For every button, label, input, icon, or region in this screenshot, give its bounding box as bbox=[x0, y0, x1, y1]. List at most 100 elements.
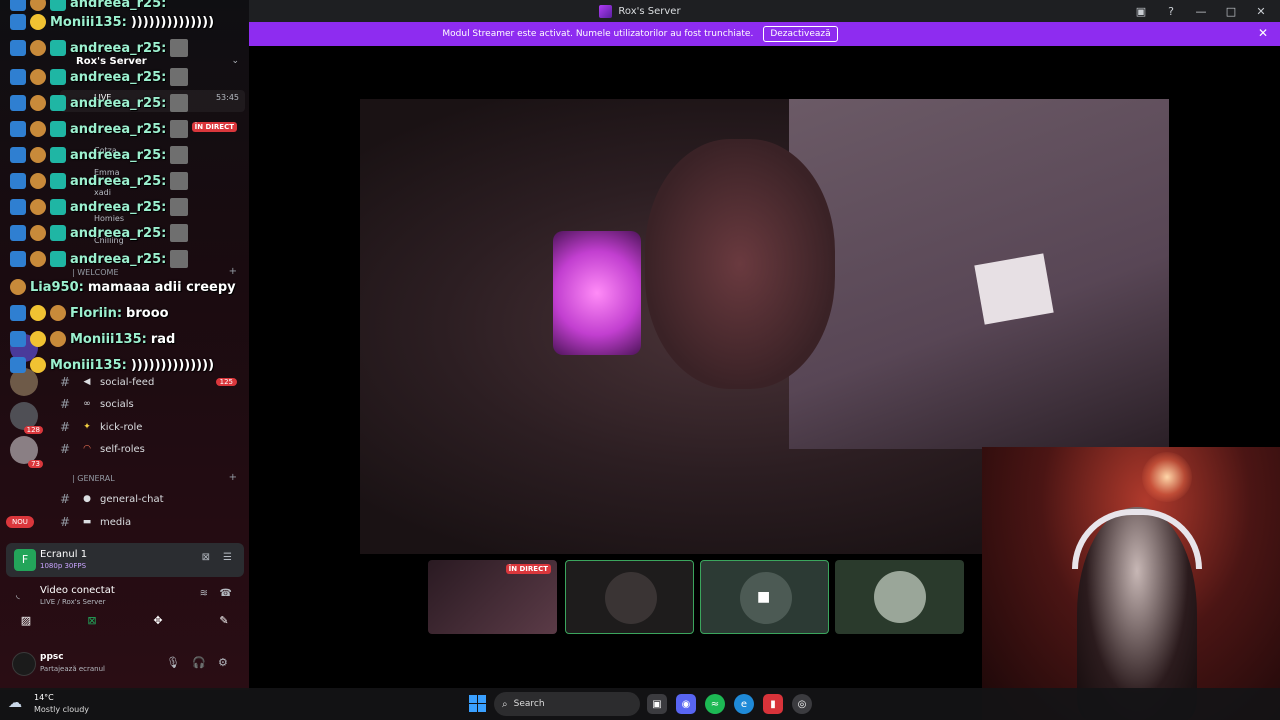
window-title-text: Rox's Server bbox=[618, 5, 681, 17]
windows-start-icon[interactable] bbox=[469, 695, 486, 712]
screen-share-quality: 1080p 30FPS bbox=[40, 562, 87, 570]
camera-off-icon[interactable]: ▨ bbox=[14, 614, 38, 627]
badge-icon bbox=[30, 40, 46, 56]
channel-general-chat[interactable]: # ● general-chat bbox=[60, 489, 245, 509]
badge-icon bbox=[10, 69, 26, 85]
maximize-icon[interactable]: □ bbox=[1218, 0, 1244, 22]
video-wall-poster bbox=[974, 253, 1054, 325]
edge-icon[interactable]: e bbox=[734, 694, 754, 714]
badge-icon bbox=[10, 331, 26, 347]
channel-kick-role[interactable]: # ✦ kick-role bbox=[60, 417, 245, 437]
emote-icon bbox=[170, 39, 189, 57]
cloud-icon: ☁ bbox=[8, 695, 22, 711]
noise-suppression-icon[interactable]: ≋ bbox=[200, 588, 208, 599]
badge-icon bbox=[50, 225, 66, 241]
close-icon[interactable]: ✕ bbox=[1248, 0, 1274, 22]
badge-icon bbox=[30, 173, 46, 189]
chat-message: andreea_r25: bbox=[10, 66, 189, 88]
participant-tile[interactable] bbox=[835, 560, 964, 634]
signal-icon[interactable]: ◟ bbox=[16, 590, 20, 601]
video-person bbox=[645, 139, 835, 389]
share-settings-icon[interactable]: ☰ bbox=[223, 552, 232, 563]
app-icon[interactable]: ▮ bbox=[763, 694, 783, 714]
badge-icon bbox=[30, 0, 46, 11]
stop-share-icon[interactable]: ⊠ bbox=[202, 552, 210, 563]
channel-self-roles[interactable]: # ◠ self-roles bbox=[60, 439, 245, 459]
badge-icon bbox=[10, 279, 26, 295]
emote-icon bbox=[170, 68, 189, 86]
badge-icon bbox=[10, 305, 26, 321]
chat-message: Floriin: brooo bbox=[10, 302, 169, 324]
chat-message: andreea_r25: bbox=[10, 118, 189, 140]
search-icon: ⌕ bbox=[502, 698, 508, 710]
banner-text: Modul Streamer este activat. Numele util… bbox=[442, 29, 754, 39]
speech-bubble-icon: ● bbox=[83, 494, 91, 504]
badge-icon bbox=[10, 95, 26, 111]
participant-tile[interactable] bbox=[565, 560, 694, 634]
channel-media[interactable]: # ▬ media bbox=[60, 512, 245, 532]
live-badge: ÎN DIRECT bbox=[505, 564, 551, 574]
task-view-icon[interactable]: ▣ bbox=[647, 694, 667, 714]
hash-icon: # bbox=[60, 515, 71, 529]
badge-icon bbox=[50, 0, 66, 11]
category-general[interactable]: | GENERAL bbox=[72, 474, 115, 483]
disconnect-icon[interactable]: ☎ bbox=[220, 588, 232, 599]
participant-tile[interactable]: ■ bbox=[700, 560, 829, 634]
voice-status-panel: ◟ Video conectat LIVE / Rox's Server ≋ ☎ bbox=[6, 580, 244, 640]
badge-icon bbox=[50, 251, 66, 267]
webcam-lamp bbox=[1142, 452, 1192, 502]
rainbow-icon: ◠ bbox=[83, 444, 91, 454]
minimize-icon[interactable]: — bbox=[1188, 0, 1214, 22]
badge-icon bbox=[50, 69, 66, 85]
emote-icon bbox=[170, 198, 189, 216]
chat-message: andreea_r25: bbox=[10, 144, 189, 166]
inbox-icon[interactable]: ▣ bbox=[1128, 0, 1154, 22]
left-panel: 128 73 NOU Rox's Server ⌄ LIVE 53:45 ÎN … bbox=[0, 0, 249, 690]
obs-icon[interactable]: ◎ bbox=[792, 694, 812, 714]
add-channel-icon[interactable]: + bbox=[229, 472, 237, 483]
participant-tile-stream[interactable]: ÎN DIRECT bbox=[428, 560, 557, 634]
badge-icon bbox=[10, 0, 26, 11]
user-status: Partajează ecranul bbox=[40, 665, 105, 673]
badge-icon bbox=[50, 147, 66, 163]
banner-close-icon[interactable]: ✕ bbox=[1258, 26, 1268, 40]
microphone-icon[interactable]: 🎙 bbox=[166, 656, 180, 669]
spotify-icon[interactable]: ≈ bbox=[705, 694, 725, 714]
participant-strip: ÎN DIRECT ■ bbox=[428, 560, 980, 635]
screen-share-icon: F bbox=[14, 549, 36, 571]
crown-icon bbox=[30, 331, 46, 347]
server-icon[interactable]: 73 bbox=[10, 436, 43, 468]
film-icon: ▬ bbox=[82, 517, 92, 527]
headphones-icon[interactable]: 🎧 bbox=[192, 656, 206, 669]
camera-icon: ■ bbox=[757, 589, 771, 605]
gear-icon[interactable]: ⚙ bbox=[218, 656, 228, 669]
server-icon[interactable]: 128 bbox=[10, 402, 43, 434]
badge-icon bbox=[10, 173, 26, 189]
channel-socials[interactable]: # ∞ socials bbox=[60, 394, 245, 414]
voice-status-text: Video conectat bbox=[40, 585, 115, 596]
disable-streamer-mode-button[interactable]: Dezactivează bbox=[763, 26, 838, 42]
chat-message: Moniii135: rad bbox=[10, 328, 175, 350]
chat-message: Moniii135:)))))))))))))) bbox=[10, 11, 214, 33]
username: ppsc bbox=[40, 652, 64, 662]
help-icon[interactable]: ? bbox=[1158, 0, 1184, 22]
soundboard-icon[interactable]: ✎ bbox=[212, 614, 236, 627]
screen-share-toggle-icon[interactable]: ⊠ bbox=[80, 614, 104, 627]
taskbar-search[interactable]: ⌕ Search bbox=[494, 692, 640, 716]
link-icon: ∞ bbox=[83, 399, 91, 409]
discord-icon[interactable]: ◉ bbox=[676, 694, 696, 714]
screen-share-card[interactable]: F Ecranul 1 1080p 30FPS ⊠ ☰ bbox=[6, 543, 244, 577]
chat-message: andreea_r25: bbox=[10, 170, 189, 192]
emote-icon bbox=[170, 94, 189, 112]
badge-icon bbox=[30, 121, 46, 137]
voice-controls: ▨ ⊠ ✥ ✎ bbox=[14, 614, 236, 627]
server-icon bbox=[599, 4, 613, 18]
badge-icon bbox=[50, 199, 66, 215]
streamer-webcam-overlay bbox=[982, 447, 1280, 720]
hash-icon: # bbox=[60, 397, 71, 411]
avatar[interactable] bbox=[12, 652, 36, 676]
activities-icon[interactable]: ✥ bbox=[146, 614, 170, 627]
badge-icon bbox=[50, 173, 66, 189]
badge-icon bbox=[10, 199, 26, 215]
badge-icon bbox=[10, 14, 26, 30]
